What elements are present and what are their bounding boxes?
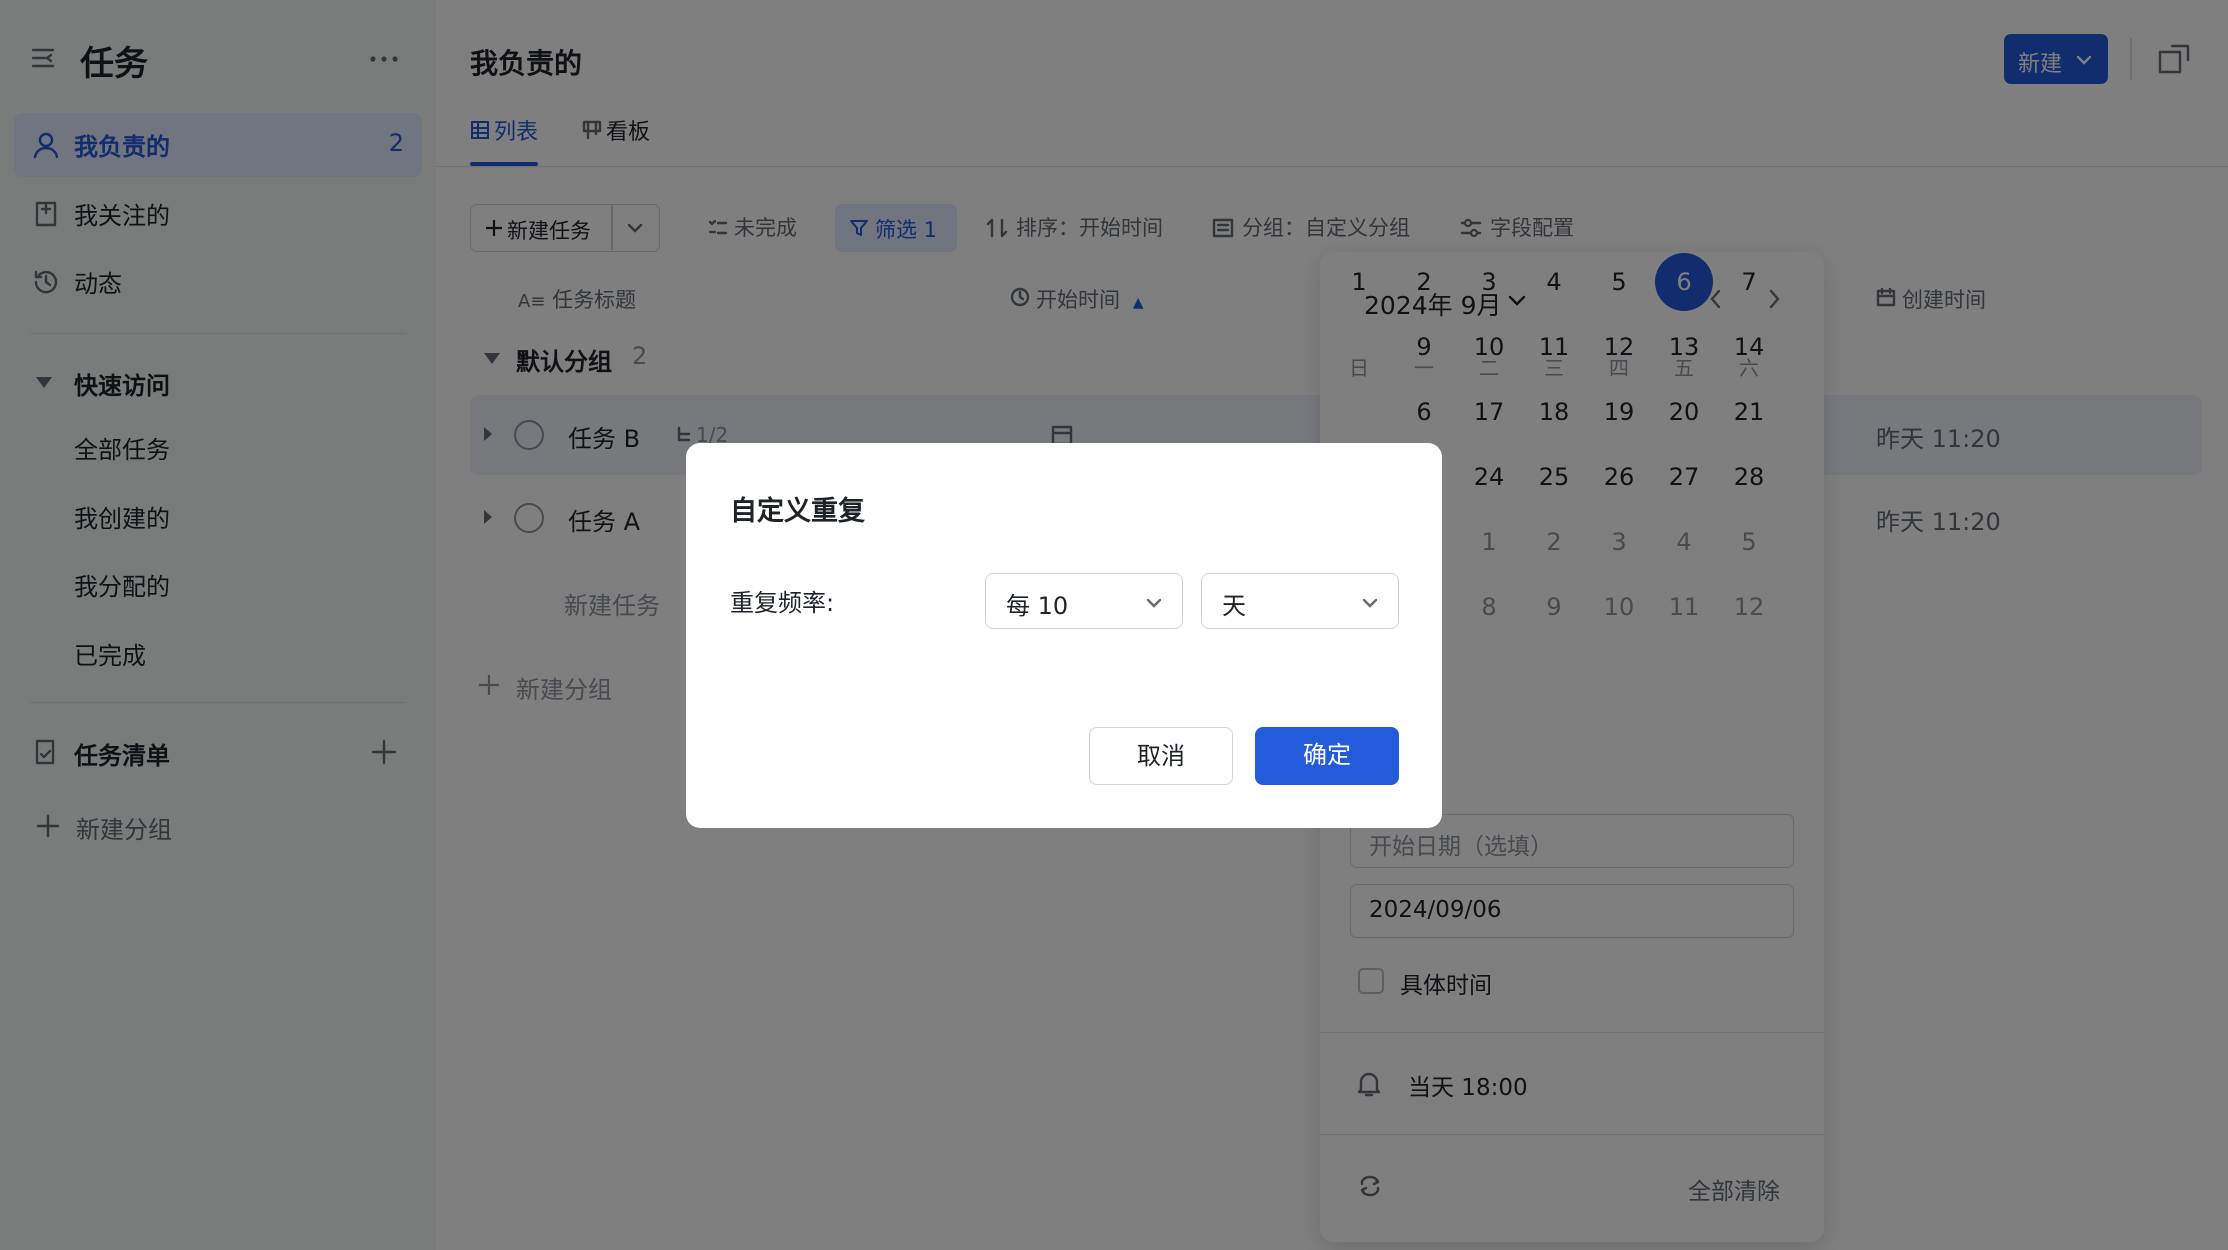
dialog-title: 自定义重复 <box>730 496 865 527</box>
interval-value: 每 10 <box>1006 592 1069 620</box>
frequency-label: 重复频率: <box>730 589 835 617</box>
chevron-down-icon <box>1362 598 1378 608</box>
interval-select[interactable]: 每 10 <box>985 573 1183 629</box>
chevron-down-icon <box>1146 598 1162 608</box>
custom-repeat-dialog: 自定义重复 重复频率: 每 10 天 取消 确定 <box>686 443 1442 828</box>
cancel-button[interactable]: 取消 <box>1089 727 1233 785</box>
unit-value: 天 <box>1222 592 1246 620</box>
confirm-button[interactable]: 确定 <box>1255 727 1399 785</box>
unit-select[interactable]: 天 <box>1201 573 1399 629</box>
